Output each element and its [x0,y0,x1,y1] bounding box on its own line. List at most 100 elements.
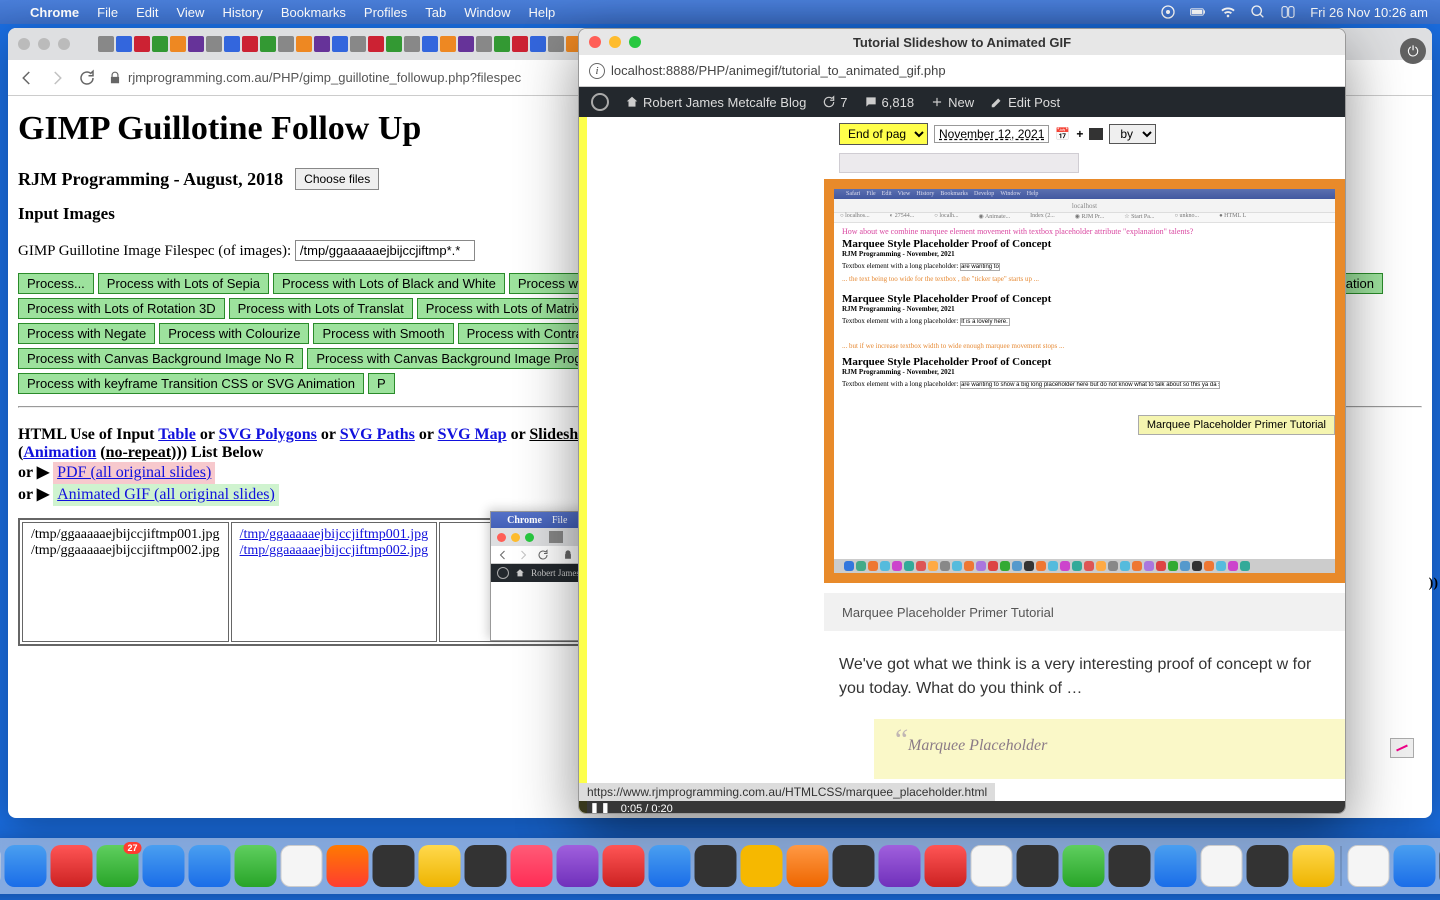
back-icon[interactable] [497,549,509,561]
filespec-input[interactable] [295,240,475,261]
link-animated-gif[interactable]: Animated GIF (all original slides) [57,486,275,503]
calendar-icon[interactable]: 📅 [1055,127,1070,141]
dock-facetime-icon[interactable] [235,845,277,887]
wp-edit[interactable]: Edit Post [990,95,1060,110]
wp-refresh[interactable]: 7 [822,95,847,110]
pause-icon[interactable]: ❚❚ [589,801,611,814]
link-pdf[interactable]: PDF (all original slides) [57,464,211,481]
dock-safari-icon[interactable] [5,845,47,887]
dock-opera-icon[interactable] [51,845,93,887]
favicon[interactable] [350,36,366,52]
link-animation[interactable]: Animation [23,444,96,461]
plus-icon[interactable]: + [1076,127,1083,141]
back-icon[interactable] [18,69,36,87]
wordpress-icon[interactable] [591,93,609,111]
menu-help[interactable]: Help [529,5,556,20]
process-button[interactable]: Process with Negate [18,323,155,344]
favicon[interactable] [549,531,563,543]
favicon[interactable] [494,36,510,52]
menu-profiles[interactable]: Profiles [364,5,407,20]
favicon[interactable] [152,36,168,52]
info-icon[interactable]: i [589,63,605,79]
favicon[interactable] [530,36,546,52]
favicon[interactable] [512,36,528,52]
favicon[interactable] [242,36,258,52]
process-button[interactable]: Process with Lots of Translat [229,298,413,319]
favicon[interactable] [386,36,402,52]
favicon[interactable] [116,36,132,52]
favicon[interactable] [134,36,150,52]
dock-notes2-icon[interactable] [1293,845,1335,887]
favicon[interactable] [476,36,492,52]
battery-icon[interactable] [1190,4,1206,20]
link-svg-paths[interactable]: SVG Paths [340,426,415,443]
forward-icon[interactable] [517,549,529,561]
home-icon[interactable] [515,568,525,578]
dock-terminal-icon[interactable] [833,845,875,887]
favicon[interactable] [206,36,222,52]
dock-vlc-icon[interactable] [1155,845,1197,887]
reload-icon[interactable] [537,549,549,561]
traffic-min[interactable] [38,38,50,50]
dock-gimp-icon[interactable] [695,845,737,887]
dock-mail-icon[interactable] [143,845,185,887]
process-button[interactable]: Process with Lots of Black and White [273,273,505,294]
menubar-app[interactable]: Chrome [30,5,79,20]
process-button[interactable]: P [368,373,395,394]
dock-systemprefs-icon[interactable] [1017,845,1059,887]
menu-tab[interactable]: Tab [425,5,446,20]
dock-downloads-icon[interactable] [1394,845,1436,887]
dock-phpstorm-icon[interactable] [1063,845,1105,887]
process-button[interactable]: Process... [18,273,94,294]
menu-view[interactable]: View [176,5,204,20]
menu-edit[interactable]: Edit [136,5,158,20]
process-button[interactable]: Process with Colourize [159,323,309,344]
control-center-icon[interactable] [1280,4,1296,20]
traffic-close[interactable] [18,38,30,50]
favicon[interactable] [224,36,240,52]
favicon[interactable] [98,36,114,52]
menu-history[interactable]: History [222,5,262,20]
dock-messages-icon[interactable]: 27 [97,845,139,887]
date-picker[interactable]: November 12, 2021 [934,125,1049,143]
wp-comments[interactable]: 6,818 [864,95,915,110]
link-svg-polygons[interactable]: SVG Polygons [219,426,317,443]
animated-gif-frame[interactable]: SafariFileEditViewHistoryBookmarksDevelo… [824,179,1345,583]
screen-record-icon[interactable] [1160,4,1176,20]
process-button[interactable]: Process with Lots of Sepia [98,273,269,294]
wp-site[interactable]: Robert James Metcalfe Blog [625,95,806,110]
profile-avatar-icon[interactable]: ⏻ [1400,38,1426,64]
menu-file[interactable]: File [97,5,118,20]
dock-firefox-icon[interactable] [787,845,829,887]
favicon[interactable] [368,36,384,52]
forward-icon[interactable] [48,69,66,87]
link-svg-map[interactable]: SVG Map [438,426,507,443]
choose-files-button[interactable]: Choose files [295,168,379,190]
favicon[interactable] [260,36,276,52]
end-of-page-select[interactable]: End of pag [839,123,928,145]
favicon[interactable] [296,36,312,52]
dock-calendar-icon[interactable] [281,845,323,887]
video-controls[interactable]: ❚❚ 0:05 / 0:20 [579,801,1345,814]
inner-wp-name[interactable]: Robert James [531,568,580,578]
wp-new[interactable]: New [930,95,974,110]
reload-icon[interactable] [78,69,96,87]
dock-intellij-icon[interactable] [1109,845,1151,887]
dock-reminders-icon[interactable] [419,845,461,887]
dock-chrome-icon[interactable] [1201,845,1243,887]
dock-contacts-icon[interactable] [373,845,415,887]
dock-brackets-icon[interactable] [971,845,1013,887]
traffic-min[interactable] [511,533,520,542]
dock-music-icon[interactable] [511,845,553,887]
process-button[interactable]: Process with Canvas Background Image No … [18,348,303,369]
favicon[interactable] [278,36,294,52]
traffic-max[interactable] [58,38,70,50]
dock-vscode-icon[interactable] [879,845,921,887]
process-button[interactable]: Process with Lots of Rotation 3D [18,298,225,319]
dock-notes-icon[interactable] [741,845,783,887]
favicon[interactable] [404,36,420,52]
dock-folder-icon[interactable] [1348,845,1390,887]
edit-tool-icon[interactable] [1390,738,1414,758]
favicon[interactable] [188,36,204,52]
cell-link[interactable]: /tmp/ggaaaaaejbijccjiftmp002.jpg [240,543,429,558]
